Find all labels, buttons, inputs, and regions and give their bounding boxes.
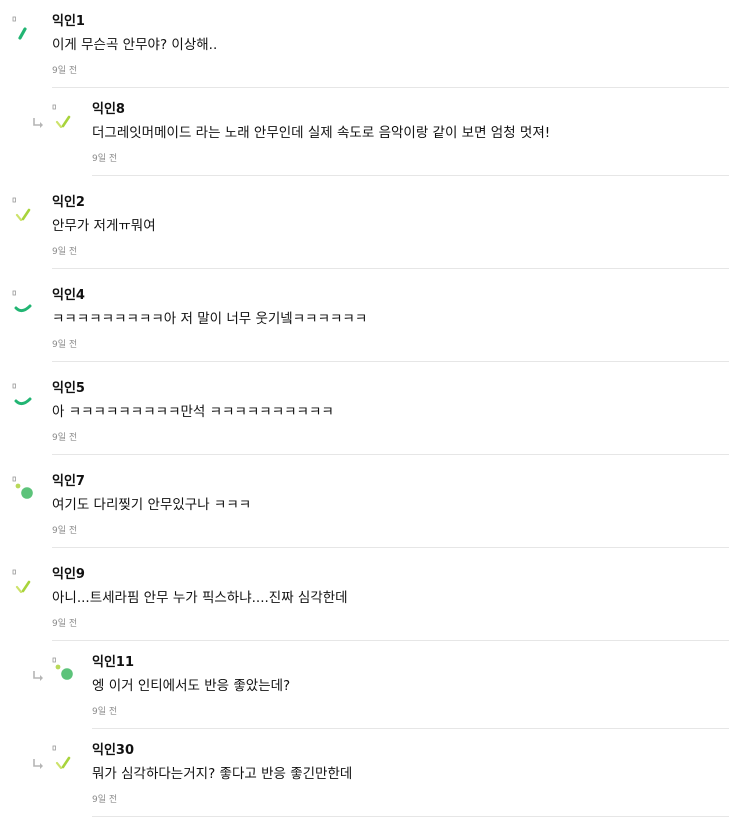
reply-item: 익인11 엥 이거 인티에서도 반응 좋았는데? 9일 전 [0,655,731,731]
comment-author: 익인5 [52,381,85,396]
comment-author: 익인1 [52,14,85,29]
comment-text: 뭐가 심각하다는거지? 좋다고 반응 좋긴만한데 [92,766,353,782]
reply-arrow-icon [32,114,44,128]
comment-divider [52,640,729,641]
comment-author: 익인9 [52,567,85,582]
comment-divider [52,268,729,269]
comment-time: 9일 전 [52,433,78,443]
comment-item: 익인2 안무가 저게ㅠ뭐여 9일 전 [0,195,731,271]
avatar-icon [12,14,38,40]
comment-text: ㅋㅋㅋㅋㅋㅋㅋㅋㅋ아 저 말이 너무 웃기넼ㅋㅋㅋㅋㅋㅋ [52,311,368,327]
comment-item: 익인9 아니...트세라핌 안무 누가 픽스하냐....진짜 심각한데 9일 전 [0,567,731,643]
avatar-icon [52,102,78,128]
comment-item: 익인5 아 ㅋㅋㅋㅋㅋㅋㅋㅋㅋ만석 ㅋㅋㅋㅋㅋㅋㅋㅋㅋㅋ 9일 전 [0,381,731,457]
comment-item: 익인1 이게 무슨곡 안무야? 이상해.. 9일 전 [0,14,731,90]
avatar-icon [52,655,78,681]
comment-time: 9일 전 [52,619,78,629]
comment-item: 익인7 여기도 다리찢기 안무있구나 ㅋㅋㅋ 9일 전 [0,474,731,550]
comment-author: 익인8 [92,102,125,117]
comment-text: 아 ㅋㅋㅋㅋㅋㅋㅋㅋㅋ만석 ㅋㅋㅋㅋㅋㅋㅋㅋㅋㅋ [52,404,334,420]
comment-time: 9일 전 [92,154,118,164]
comment-text: 이게 무슨곡 안무야? 이상해.. [52,37,218,53]
reply-item: 익인30 뭐가 심각하다는거지? 좋다고 반응 좋긴만한데 9일 전 [0,743,731,819]
comment-author: 익인2 [52,195,85,210]
avatar-icon [12,567,38,593]
comment-text: 엥 이거 인티에서도 반응 좋았는데? [92,678,291,694]
comment-author: 익인4 [52,288,85,303]
comment-divider [92,728,729,729]
comment-divider [92,175,729,176]
comment-text: 더그레잇머메이드 라는 노래 안무인데 실제 속도로 음악이랑 같이 보면 엄청… [92,125,551,141]
comment-time: 9일 전 [52,526,78,536]
comment-divider [52,454,729,455]
comment-item: 익인4 ㅋㅋㅋㅋㅋㅋㅋㅋㅋ아 저 말이 너무 웃기넼ㅋㅋㅋㅋㅋㅋ 9일 전 [0,288,731,364]
comment-divider [52,87,729,88]
avatar-icon [12,381,38,407]
comment-time: 9일 전 [52,66,78,76]
comment-author: 익인11 [92,655,135,670]
comment-text: 안무가 저게ㅠ뭐여 [52,218,156,234]
comment-text: 여기도 다리찢기 안무있구나 ㅋㅋㅋ [52,497,252,513]
avatar-icon [12,474,38,500]
comment-divider [92,816,729,817]
comment-time: 9일 전 [92,795,118,805]
comment-time: 9일 전 [52,247,78,257]
comment-author: 익인7 [52,474,85,489]
comment-time: 9일 전 [92,707,118,717]
avatar-icon [12,288,38,314]
reply-arrow-icon [32,667,44,681]
reply-item: 익인8 더그레잇머메이드 라는 노래 안무인데 실제 속도로 음악이랑 같이 보면… [0,102,731,178]
comment-time: 9일 전 [52,340,78,350]
reply-arrow-icon [32,755,44,769]
comment-author: 익인30 [92,743,135,758]
comment-divider [52,361,729,362]
avatar-icon [12,195,38,221]
avatar-icon [52,743,78,769]
comment-divider [52,547,729,548]
comment-text: 아니...트세라핌 안무 누가 픽스하냐....진짜 심각한데 [52,590,348,606]
